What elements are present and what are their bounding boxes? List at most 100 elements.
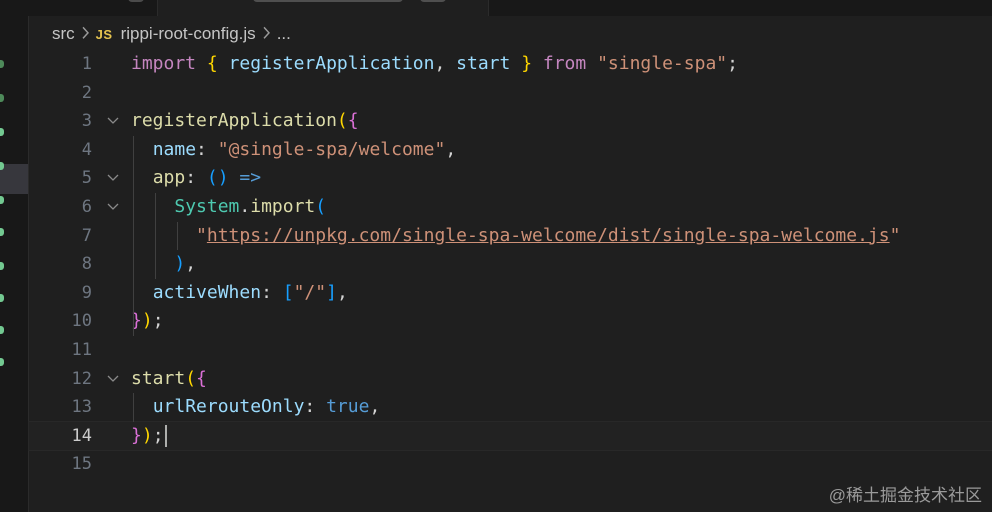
- code-token: registerApplication: [228, 53, 435, 74]
- code-line[interactable]: 15: [29, 450, 992, 479]
- code-token: ,: [434, 53, 457, 74]
- breadcrumb-file[interactable]: rippi-root-config.js: [121, 24, 256, 44]
- git-decoration-icon: [0, 196, 4, 204]
- code-token: true: [326, 396, 370, 418]
- code-token: :: [261, 281, 283, 303]
- code-text: activeWhen: ["/"],: [131, 279, 348, 308]
- watermark: @稀土掘金技术社区: [828, 486, 982, 505]
- explorer-selected-item[interactable]: [0, 164, 28, 194]
- fold-chevron-down-icon[interactable]: [105, 365, 121, 394]
- code-line[interactable]: 2: [29, 79, 992, 108]
- editor-window: src JS rippi-root-config.js ... 1 import …: [0, 0, 992, 512]
- code-text: start({: [131, 365, 207, 394]
- code-token: }: [131, 424, 142, 446]
- code-line[interactable]: 5 app: () =>: [29, 164, 992, 193]
- code-token: "@single-spa/welcome": [217, 138, 446, 160]
- text-cursor: [165, 424, 167, 447]
- explorer-strip: [0, 16, 29, 512]
- tab-strip: [0, 0, 992, 16]
- tab-active-file[interactable]: [157, 0, 489, 16]
- code-token: import: [131, 53, 197, 74]
- indent-guide: [155, 193, 156, 279]
- code-token: from: [542, 53, 587, 74]
- indent-guide: [133, 393, 134, 422]
- code-token: }: [521, 53, 533, 74]
- code-line[interactable]: 13 urlRerouteOnly: true,: [29, 393, 992, 422]
- code-line[interactable]: 14});: [28, 420, 992, 452]
- code-token: ): [141, 310, 153, 332]
- breadcrumb: src JS rippi-root-config.js ...: [52, 22, 291, 46]
- code-token: ]: [326, 281, 337, 303]
- git-decoration-icon: [0, 358, 4, 366]
- code-line[interactable]: 12 start({: [29, 365, 992, 394]
- line-number: 9: [81, 282, 92, 303]
- git-decoration-icon: [0, 326, 4, 334]
- code-token: ,: [369, 396, 381, 418]
- breadcrumb-more[interactable]: ...: [277, 24, 291, 44]
- code-token: "single-spa": [597, 53, 728, 74]
- code-token: (: [185, 367, 197, 389]
- line-number: 11: [71, 340, 92, 360]
- code-token: {: [347, 110, 359, 132]
- fold-chevron-down-icon[interactable]: [105, 164, 121, 193]
- line-number: 8: [81, 254, 92, 275]
- code-editor[interactable]: 1 import { registerApplication, start } f…: [28, 48, 992, 512]
- chevron-right-icon: [262, 25, 271, 44]
- code-token: (: [336, 110, 348, 132]
- code-line[interactable]: 8 ),: [29, 250, 992, 279]
- line-number: 3: [81, 111, 92, 132]
- tab-previous[interactable]: [0, 0, 156, 16]
- fold-chevron-down-icon[interactable]: [105, 193, 121, 222]
- code-token: name: [152, 138, 197, 160]
- code-token: ": [889, 224, 901, 246]
- line-number: 12: [71, 368, 92, 389]
- code-line[interactable]: 6 System.import(: [29, 193, 992, 222]
- code-token: registerApplication: [131, 110, 337, 132]
- git-decoration-icon: [0, 162, 4, 170]
- git-decoration-icon: [0, 228, 4, 236]
- code-token: (): [206, 167, 229, 189]
- code-line[interactable]: 1 import { registerApplication, start } f…: [29, 50, 992, 79]
- git-decoration-icon: [0, 262, 4, 270]
- git-decoration-icon: [0, 60, 4, 68]
- line-number: 14: [71, 425, 92, 446]
- line-number: 13: [71, 397, 92, 418]
- code-token: import: [250, 196, 316, 217]
- js-file-icon: JS: [95, 26, 113, 42]
- fold-chevron-down-icon[interactable]: [105, 107, 121, 136]
- git-decoration-icon: [0, 94, 4, 102]
- code-token: urlRerouteOnly: [152, 396, 305, 418]
- code-text: System.import(: [131, 193, 326, 222]
- code-token: :: [185, 167, 207, 189]
- code-token: [: [282, 281, 294, 303]
- code-token: :: [196, 138, 218, 160]
- git-decoration-icon: [0, 294, 4, 302]
- code-token: System: [174, 196, 240, 217]
- code-token: ): [141, 424, 153, 446]
- code-text: "https://unpkg.com/single-spa-welcome/di…: [131, 222, 900, 251]
- code-line[interactable]: 9 activeWhen: ["/"],: [29, 279, 992, 308]
- code-line[interactable]: 3 registerApplication({: [29, 107, 992, 136]
- code-line[interactable]: 7 "https://unpkg.com/single-spa-welcome/…: [29, 222, 992, 251]
- code-line[interactable]: 4 name: "@single-spa/welcome",: [29, 136, 992, 165]
- code-text: });: [131, 307, 164, 336]
- line-number: 15: [71, 454, 92, 475]
- code-line[interactable]: 11: [29, 336, 992, 365]
- code-token: (: [315, 196, 327, 217]
- breadcrumb-folder[interactable]: src: [52, 24, 75, 44]
- code-token: .: [239, 196, 251, 217]
- line-number: 10: [71, 311, 92, 332]
- code-line[interactable]: 10});: [29, 307, 992, 336]
- line-number: 1: [81, 54, 92, 74]
- line-number: 2: [81, 82, 92, 103]
- code-token: "/": [293, 281, 327, 303]
